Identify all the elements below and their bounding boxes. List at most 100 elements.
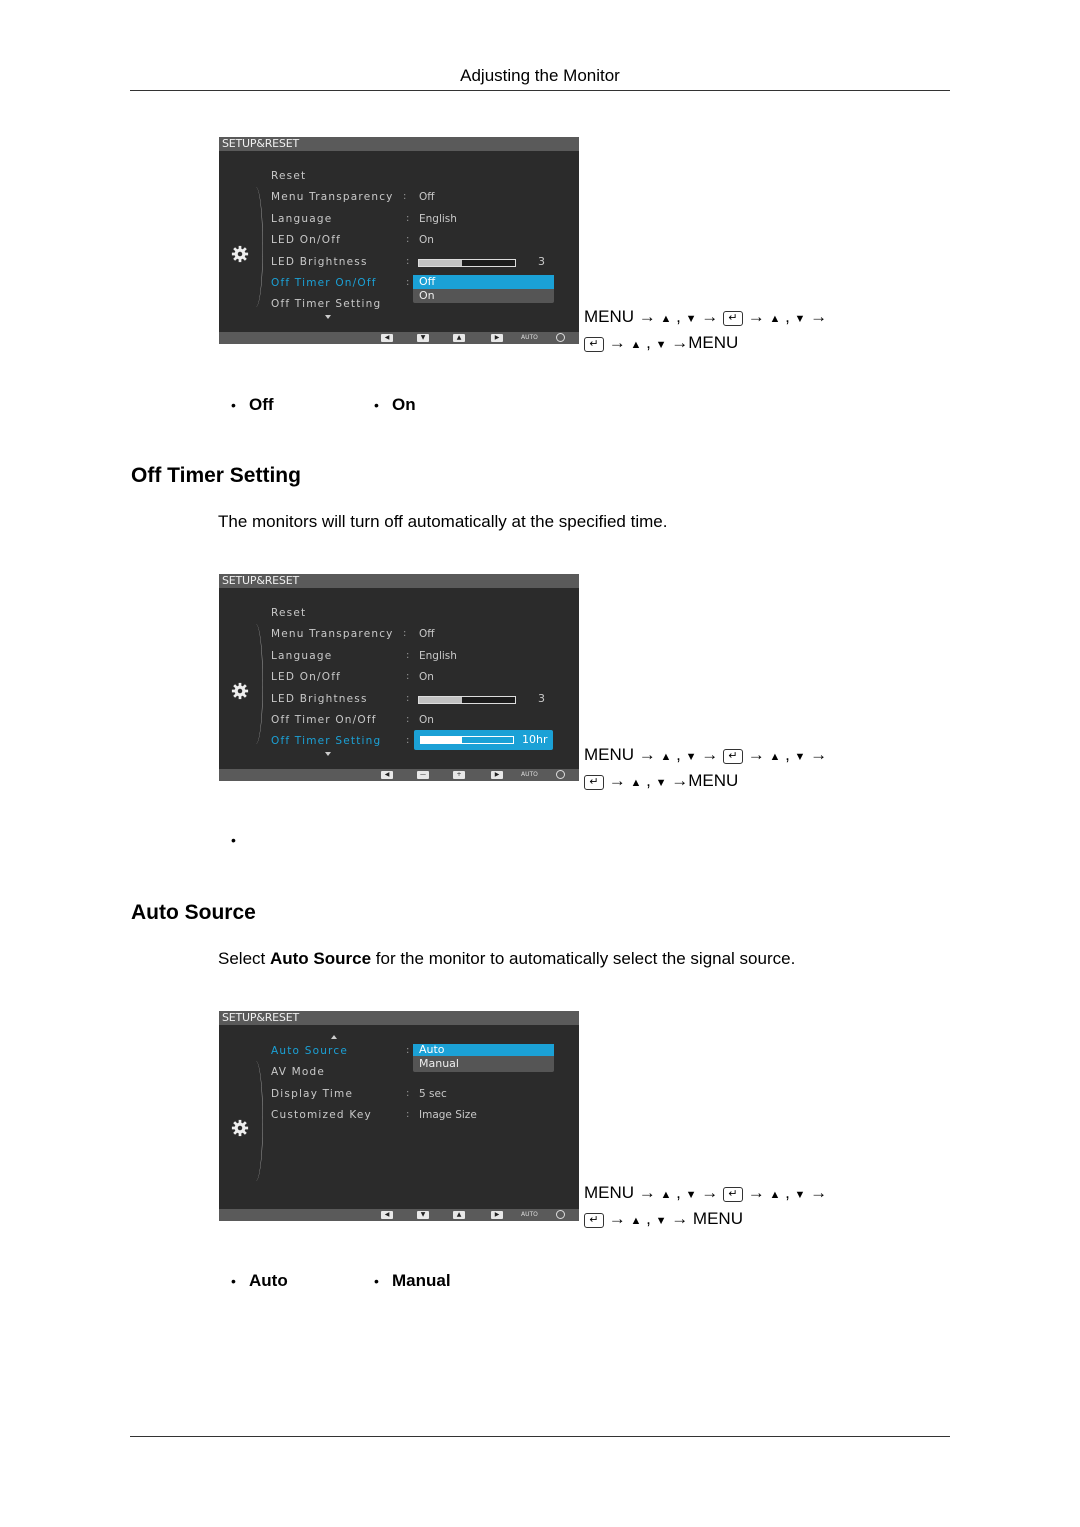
off-timer-dropdown[interactable]: Off On (413, 275, 554, 303)
arrow: → (747, 745, 765, 764)
up-arrow-icon: ▲ (769, 1189, 781, 1201)
led-brightness-slider[interactable] (418, 259, 516, 267)
down-arrow-icon: ▼ (655, 1215, 667, 1227)
up-key-icon: ▲ (453, 1211, 465, 1219)
osd-value-language: English (419, 213, 457, 225)
down-arrow-icon: ▼ (685, 313, 697, 325)
enter-key-icon: ↵ (584, 337, 604, 352)
osd-colon: : (406, 256, 410, 267)
arrow: → (810, 1183, 828, 1202)
desc-text: Select (218, 949, 270, 968)
auto-key-label: AUTO (521, 1211, 538, 1218)
osd-item-reset[interactable]: Reset (271, 170, 306, 182)
dropdown-option-off[interactable]: Off (413, 275, 554, 289)
osd-value-led-onoff: On (419, 671, 434, 683)
osd-item-off-timer-setting[interactable]: Off Timer Setting (271, 298, 381, 310)
list-item: • (218, 832, 361, 848)
up-arrow-icon: ▲ (630, 777, 642, 789)
osd-item-led-brightness[interactable]: LED Brightness (271, 256, 368, 268)
up-arrow-icon: ▲ (769, 313, 781, 325)
up-arrow-icon: ▲ (660, 751, 672, 763)
osd-item-menu-transparency[interactable]: Menu Transparency (271, 191, 394, 203)
down-arrow-icon: ▼ (794, 751, 806, 763)
osd-item-customized-key[interactable]: Customized Key (271, 1109, 372, 1121)
down-arrow-icon: ▼ (655, 339, 667, 351)
osd-title: SETUP&RESET (219, 574, 579, 588)
osd-item-led-onoff[interactable]: LED On/Off (271, 234, 341, 246)
menu-key-text: MENU (584, 745, 635, 764)
slider-fill (421, 737, 463, 743)
menu-key-text: →MENU (671, 771, 739, 790)
osd-item-off-timer-onoff[interactable]: Off Timer On/Off (271, 277, 377, 289)
up-key-icon: ▲ (453, 334, 465, 342)
scroll-down-indicator-icon (325, 752, 331, 756)
dropdown-option-manual[interactable]: Manual (413, 1056, 554, 1072)
led-brightness-value: 3 (538, 692, 545, 705)
osd-item-language[interactable]: Language (271, 213, 332, 225)
gear-icon (231, 1119, 249, 1137)
arrow: → (747, 1183, 765, 1202)
list-item: • Off (218, 395, 361, 415)
header-divider (130, 90, 950, 91)
osd-value-menu-transparency: Off (419, 628, 435, 640)
dropdown-option-on[interactable]: On (413, 289, 554, 303)
osd-colon: : (406, 1045, 410, 1056)
section-title-off-timer-setting: Off Timer Setting (131, 464, 301, 487)
osd-item-menu-transparency[interactable]: Menu Transparency (271, 628, 394, 640)
arrow: → (747, 307, 765, 326)
right-key-icon: ▶ (491, 334, 503, 342)
osd-item-display-time[interactable]: Display Time (271, 1088, 353, 1100)
enter-key-icon: ↵ (584, 1213, 604, 1228)
gear-icon (231, 682, 249, 700)
auto-source-dropdown[interactable]: Auto Manual (413, 1044, 554, 1072)
osd-colon: : (406, 693, 410, 704)
osd-item-off-timer-setting[interactable]: Off Timer Setting (271, 735, 381, 747)
osd-arc-decoration (249, 1061, 263, 1181)
osd-colon: : (406, 650, 410, 661)
gear-icon (231, 245, 249, 263)
menu-key-text: →MENU (671, 333, 739, 352)
osd-footer: ◀ — + ▶ AUTO (219, 769, 579, 781)
dropdown-option-auto[interactable]: Auto (413, 1044, 554, 1056)
osd-value-led-onoff: On (419, 234, 434, 246)
off-timer-track (420, 736, 514, 744)
bullet: • (374, 1273, 379, 1289)
osd-footer: ◀ ▼ ▲ ▶ AUTO (219, 1209, 579, 1221)
bullet: • (374, 397, 379, 413)
comma: , (785, 307, 790, 326)
osd-colon: : (403, 628, 407, 639)
comma: , (646, 333, 651, 352)
osd-item-auto-source[interactable]: Auto Source (271, 1045, 348, 1057)
osd-item-language[interactable]: Language (271, 650, 332, 662)
osd-colon: : (406, 234, 410, 245)
osd-value-off-timer-onoff: On (419, 714, 434, 726)
osd-item-av-mode[interactable]: AV Mode (271, 1066, 325, 1078)
off-timer-slider[interactable]: 10hr (414, 730, 553, 750)
osd-item-led-onoff[interactable]: LED On/Off (271, 671, 341, 683)
osd-arc-decoration (249, 187, 263, 307)
footer-divider (130, 1436, 950, 1437)
osd-item-off-timer-onoff[interactable]: Off Timer On/Off (271, 714, 377, 726)
osd-value-menu-transparency: Off (419, 191, 435, 203)
osd-menu-auto-source: SETUP&RESET Auto Source : Auto Manual AV… (219, 1011, 579, 1221)
arrow: → (810, 745, 828, 764)
comma: , (646, 1209, 651, 1228)
off-timer-description: The monitors will turn off automatically… (218, 512, 668, 531)
desc-text: for the monitor to automatically select … (371, 949, 796, 968)
down-arrow-icon: ▼ (655, 777, 667, 789)
arrow: → (608, 1209, 626, 1228)
osd-item-reset[interactable]: Reset (271, 607, 306, 619)
scroll-down-indicator-icon (325, 315, 331, 319)
arrow: → (701, 1183, 719, 1202)
osd-value-customized-key: Image Size (419, 1109, 477, 1121)
osd-item-led-brightness[interactable]: LED Brightness (271, 693, 368, 705)
off-timer-options-list: • Off • On (218, 395, 504, 415)
arrow: → (608, 333, 626, 352)
plus-key-icon: + (453, 771, 465, 779)
led-brightness-slider[interactable] (418, 696, 516, 704)
enter-key-icon: ↵ (722, 749, 743, 764)
bullet: • (231, 832, 236, 848)
scroll-up-indicator-icon (331, 1035, 337, 1039)
nav-instructions-1: MENU → ▲ , ▼ → ↵ → ▲ , ▼ → ↵ → ▲ , ▼ →ME… (584, 305, 827, 357)
osd-colon: : (406, 714, 410, 725)
